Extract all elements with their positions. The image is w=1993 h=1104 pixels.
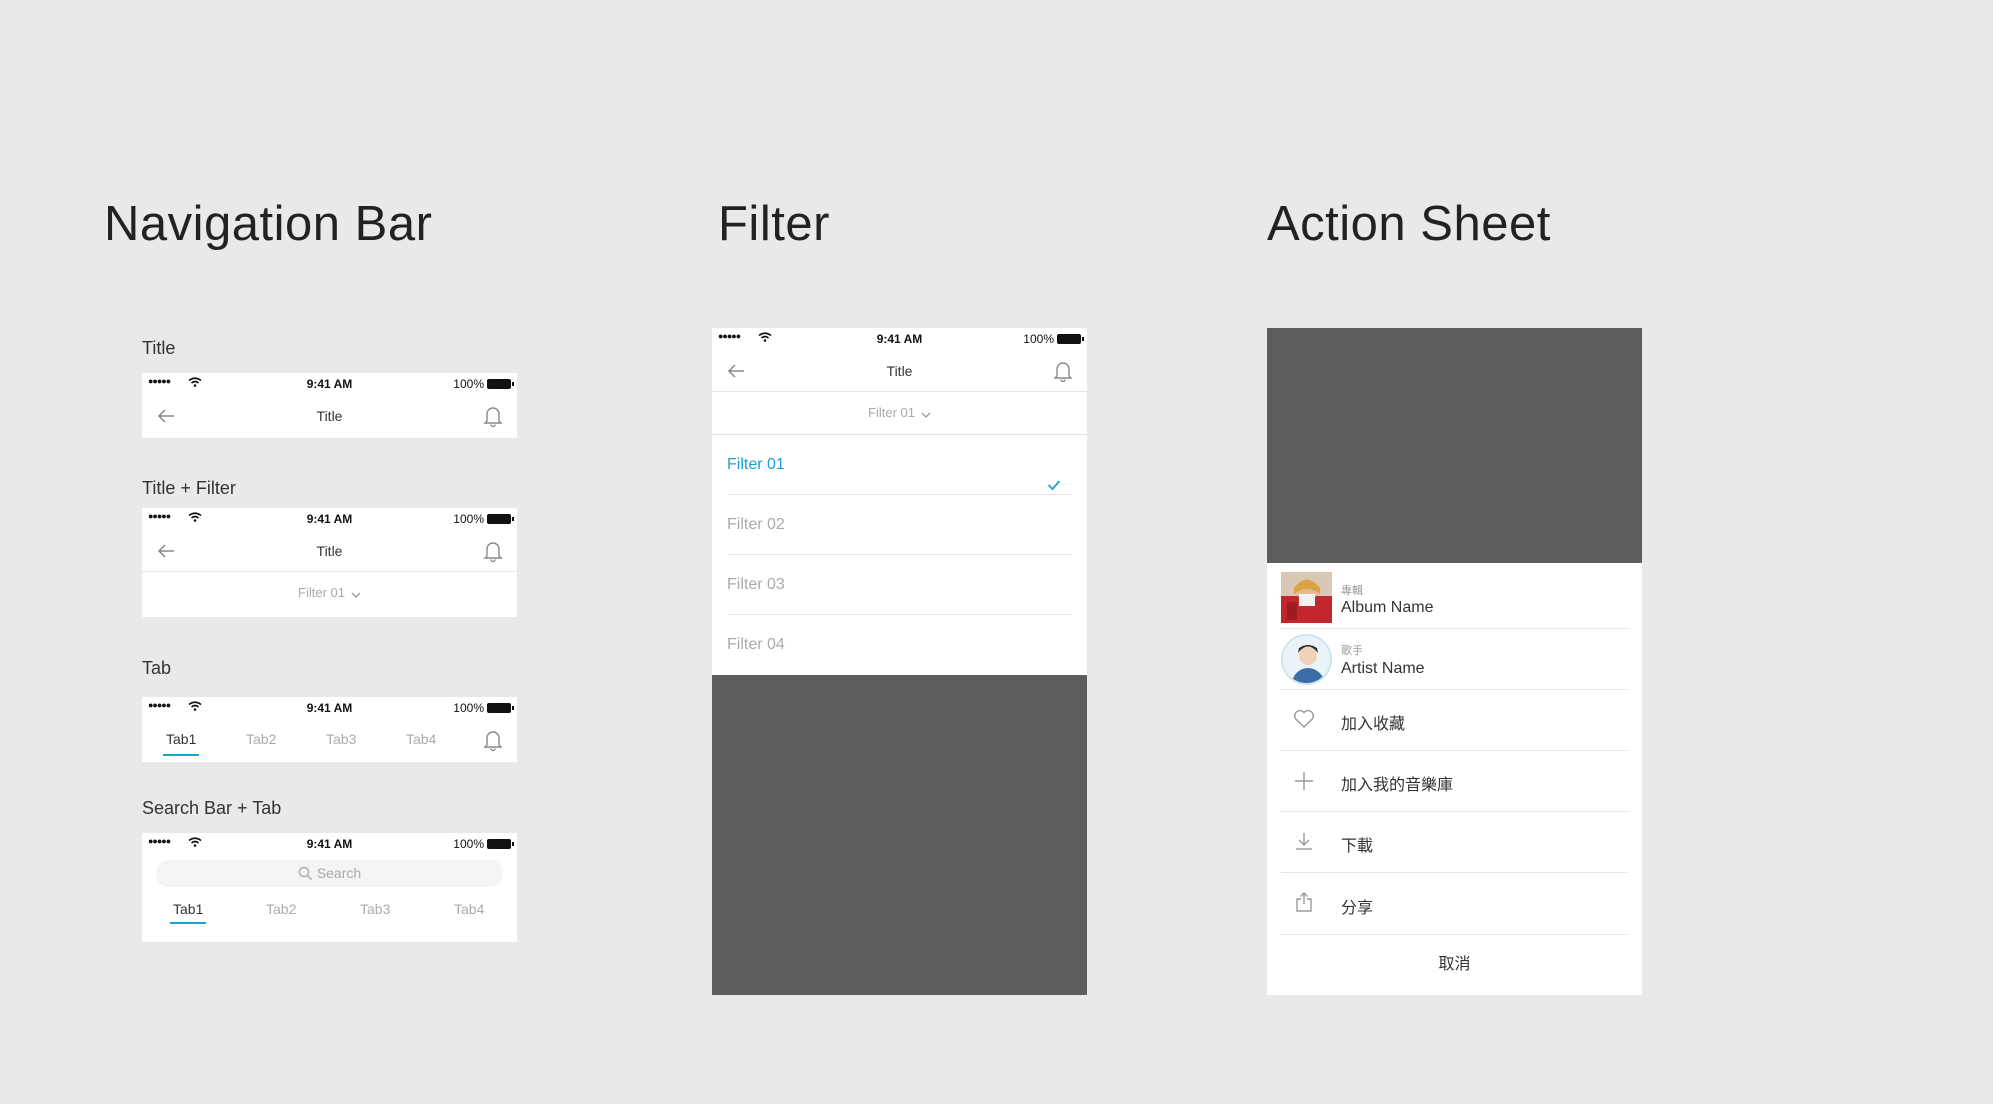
status-bar: ●●●●● 9:41 AM 100% xyxy=(142,373,517,396)
tab-row: Tab1 Tab2 Tab3 Tab4 xyxy=(142,720,517,761)
bell-icon[interactable] xyxy=(483,540,503,567)
nav-row: Title xyxy=(142,396,517,437)
cancel-button[interactable]: 取消 xyxy=(1267,935,1642,995)
tab-row: Tab1 Tab2 Tab3 Tab4 xyxy=(142,891,517,932)
download-icon xyxy=(1293,830,1315,857)
action-label: 下載 xyxy=(1341,838,1374,855)
bell-icon[interactable] xyxy=(483,729,503,756)
tab-2[interactable]: Tab2 xyxy=(246,731,276,747)
album-row[interactable]: 專輯 Album Name xyxy=(1281,572,1628,629)
nav-bar-search-tab-variant: ●●●●● 9:41 AM 100% Search Tab1 Tab2 Tab3… xyxy=(142,833,517,942)
artist-avatar xyxy=(1281,634,1332,685)
filter-option-label: Filter 01 xyxy=(727,456,785,473)
active-tab-indicator xyxy=(170,922,206,924)
variant-label-search-tab: Search Bar + Tab xyxy=(142,798,282,818)
filter-option-2[interactable]: Filter 02 xyxy=(712,495,1087,555)
dim-overlay[interactable] xyxy=(1267,328,1642,563)
battery-percent: 100% xyxy=(453,377,484,391)
filter-option-label: Filter 04 xyxy=(727,636,785,653)
search-row: Search xyxy=(142,856,517,891)
filter-option-1[interactable]: Filter 01 xyxy=(712,435,1087,495)
active-tab-indicator xyxy=(163,754,199,756)
search-icon xyxy=(298,865,317,881)
filter-panel: ●●●●● 9:41 AM 100% Title Filter 01 Filte… xyxy=(712,328,1087,675)
share-icon xyxy=(1293,891,1315,918)
nav-title: Title xyxy=(886,363,913,379)
plus-icon xyxy=(1293,770,1315,797)
filter-dropdown[interactable]: Filter 01 xyxy=(142,572,517,615)
status-bar: ●●●●● 9:41 AM 100% xyxy=(142,697,517,720)
battery-percent: 100% xyxy=(453,837,484,851)
action-download[interactable]: 下載 xyxy=(1281,812,1628,873)
action-label: 加入我的音樂庫 xyxy=(1341,777,1454,794)
nav-title: Title xyxy=(316,408,343,424)
variant-label-title-filter: Title + Filter xyxy=(142,478,236,498)
action-add-to-library[interactable]: 加入我的音樂庫 xyxy=(1281,751,1628,812)
action-label: 加入收藏 xyxy=(1341,716,1406,733)
bell-icon[interactable] xyxy=(483,405,503,432)
battery-percent: 100% xyxy=(453,512,484,526)
battery-icon xyxy=(487,379,514,389)
filter-dropdown[interactable]: Filter 01 xyxy=(712,392,1087,435)
heart-icon xyxy=(1293,709,1315,734)
nav-bar-tab-variant: ●●●●● 9:41 AM 100% Tab1 Tab2 Tab3 Tab4 xyxy=(142,697,517,762)
filter-dropdown-label: Filter 01 xyxy=(868,405,915,420)
nav-row: Title xyxy=(712,351,1087,392)
battery-icon xyxy=(487,514,514,524)
battery-icon xyxy=(487,703,514,713)
tab-4[interactable]: Tab4 xyxy=(406,731,436,747)
bell-icon[interactable] xyxy=(1053,360,1073,387)
filter-screen: ●●●●● 9:41 AM 100% Title Filter 01 Filte… xyxy=(712,328,1087,995)
album-cover-image xyxy=(1281,572,1332,623)
tab-2[interactable]: Tab2 xyxy=(266,901,296,917)
battery-percent: 100% xyxy=(1023,332,1054,346)
artist-caption: 歌手 xyxy=(1341,645,1363,657)
filter-section-title: Filter xyxy=(718,197,830,251)
nav-bar-title-filter-variant: ●●●●● 9:41 AM 100% Title Filter 01 xyxy=(142,508,517,617)
tab-1[interactable]: Tab1 xyxy=(166,731,196,747)
filter-option-label: Filter 03 xyxy=(727,576,785,593)
tab-3[interactable]: Tab3 xyxy=(360,901,390,917)
artist-name: Artist Name xyxy=(1341,660,1425,677)
status-bar: ●●●●● 9:41 AM 100% xyxy=(712,328,1087,351)
search-input[interactable]: Search xyxy=(156,860,503,887)
filter-option-label: Filter 02 xyxy=(727,516,785,533)
status-bar: ●●●●● 9:41 AM 100% xyxy=(142,833,517,856)
battery-icon xyxy=(487,839,514,849)
chevron-down-icon xyxy=(351,573,361,615)
action-sheet-screen: 專輯 Album Name 歌手 Artist Name 加入收藏 加入我的音樂… xyxy=(1267,328,1642,995)
artist-row[interactable]: 歌手 Artist Name xyxy=(1281,629,1628,690)
tab-4[interactable]: Tab4 xyxy=(454,901,484,917)
navigation-bar-section-title: Navigation Bar xyxy=(104,197,433,251)
variant-label-title: Title xyxy=(142,338,176,358)
nav-row: Title xyxy=(142,531,517,572)
battery-percent: 100% xyxy=(453,701,484,715)
filter-option-3[interactable]: Filter 03 xyxy=(712,555,1087,615)
action-add-favorite[interactable]: 加入收藏 xyxy=(1281,690,1628,751)
battery-icon xyxy=(1057,334,1084,344)
action-label: 分享 xyxy=(1341,900,1374,917)
album-caption: 專輯 xyxy=(1341,585,1363,597)
search-placeholder: Search xyxy=(316,865,362,881)
filter-option-4[interactable]: Filter 04 xyxy=(712,615,1087,675)
album-name: Album Name xyxy=(1341,599,1434,616)
status-bar: ●●●●● 9:41 AM 100% xyxy=(142,508,517,531)
variant-label-tab: Tab xyxy=(142,658,172,678)
tab-3[interactable]: Tab3 xyxy=(326,731,356,747)
nav-title: Title xyxy=(316,543,343,559)
chevron-down-icon xyxy=(921,393,931,435)
action-share[interactable]: 分享 xyxy=(1281,873,1628,935)
filter-dropdown-label: Filter 01 xyxy=(298,585,345,600)
tab-1[interactable]: Tab1 xyxy=(173,901,203,917)
nav-bar-title-variant: ●●●●● 9:41 AM 100% Title xyxy=(142,373,517,438)
action-sheet-section-title: Action Sheet xyxy=(1267,197,1551,251)
